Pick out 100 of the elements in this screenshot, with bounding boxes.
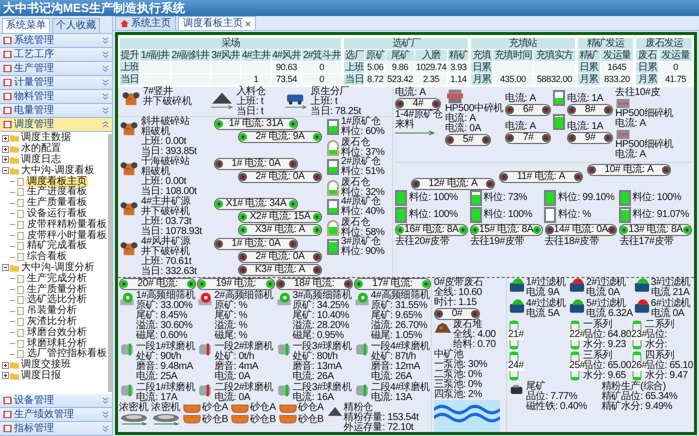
crusher-label: 当日: 332.63t: [141, 267, 198, 277]
expand-toggle[interactable]: [2, 167, 9, 174]
expand-toggle[interactable]: [2, 264, 9, 272]
menu-section[interactable]: 工艺工序: [0, 48, 112, 62]
tree-item[interactable]: 水的配置: [20, 144, 62, 154]
destination-label: 去往20#皮带: [395, 237, 451, 247]
section-title: 精粉仓: [344, 403, 373, 413]
tree-item[interactable]: 吊装量分析: [26, 306, 78, 316]
tree-item[interactable]: 选矿选比分析: [26, 295, 88, 306]
tree-item[interactable]: 生产完成分析: [26, 274, 88, 284]
expand-toggle[interactable]: [2, 372, 9, 380]
chevron-icon: [102, 65, 109, 72]
bin-level: 料位: 100%: [484, 210, 532, 220]
column-header: 精矿: [577, 50, 600, 62]
destination-label: 去往10#皮: [615, 88, 662, 98]
expand-toggle[interactable]: [2, 146, 9, 153]
close-icon[interactable]: [245, 20, 251, 26]
tree-item[interactable]: 生产质量看板: [26, 198, 88, 208]
menu-section[interactable]: 生产绩效管理: [0, 408, 112, 422]
reading-label: 时计: 1.15: [434, 298, 478, 308]
belt-label: 4#: [412, 99, 424, 109]
bin-icon: [329, 121, 337, 133]
crusher-label: HP500细碎机: [615, 109, 674, 119]
crusher-icon: [120, 200, 138, 216]
equipment-label: 当日: 78.25t: [310, 107, 361, 117]
wheel-icon: [446, 136, 454, 144]
sidebar-tab[interactable]: 个人收藏: [52, 18, 100, 33]
column-header: 废石: [636, 50, 659, 62]
page-tab[interactable]: 调度看板主页: [178, 16, 256, 30]
wheel-icon: [435, 310, 443, 318]
wheel-icon: [682, 226, 691, 234]
reading-label: 磁尾: %: [214, 331, 248, 341]
crusher-icon: [122, 90, 140, 106]
menu-section[interactable]: 调度管理: [0, 118, 112, 132]
row-header: 日累: [577, 62, 600, 74]
wheel-icon: [482, 136, 490, 144]
expand-toggle[interactable]: [2, 362, 9, 369]
tree-item[interactable]: 调度日报: [20, 370, 62, 381]
menu-section[interactable]: 物料管理: [0, 90, 112, 104]
menu-section[interactable]: 系统管理: [0, 34, 112, 48]
tree-item[interactable]: 皮带秤小时量看板: [26, 230, 108, 241]
tree-item[interactable]: 调度日志: [20, 154, 62, 165]
expand-toggle[interactable]: [2, 134, 9, 142]
sidebar-tab[interactable]: 系统菜单: [2, 18, 50, 33]
bin-icon: [472, 192, 480, 204]
page-tab[interactable]: 系统主页: [115, 16, 176, 30]
belt-label: 15# 电流: 8A: [478, 225, 534, 235]
tree-item[interactable]: 球磨台效分析: [26, 328, 88, 338]
silo-icon: [329, 142, 337, 154]
reading-label: 磨音: 12mA: [370, 362, 422, 372]
reading-label: 磁性铁: 0.40%: [526, 402, 587, 412]
tree-item[interactable]: 综合看板: [26, 252, 68, 262]
section-title: 尾矿: [526, 382, 546, 392]
bin-icon: [555, 92, 564, 104]
sand-bin-label: 砂仓B: [250, 415, 276, 425]
menu-section[interactable]: 生产管理: [0, 62, 112, 76]
wheel-icon: [289, 200, 297, 208]
belt-label: 5#: [462, 135, 474, 145]
menu-section[interactable]: 计量管理: [0, 76, 112, 90]
tree-item[interactable]: 生产进度看板: [26, 187, 88, 198]
row-header: 当日: [344, 74, 365, 86]
tree-item[interactable]: 选厂管控指标看板: [26, 349, 108, 360]
crusher-label: 斜井破碎站: [141, 117, 191, 127]
chevron-icon: [102, 93, 109, 100]
tree-item[interactable]: 球磨球耗分析: [26, 338, 88, 349]
tree-item[interactable]: 灰渣比分析: [26, 316, 78, 327]
tree-item[interactable]: 调度主数据: [20, 133, 72, 144]
tree-item[interactable]: 大中沟-调度看板: [20, 166, 96, 176]
reading-label: 尾矿: 9.65%: [370, 311, 423, 321]
crusher-label: 上班: 0.00t: [141, 177, 188, 187]
tree-item[interactable]: 调度看板主页: [26, 176, 88, 187]
reading-label: 水分: 9.23: [583, 340, 627, 350]
reading-label: 电流: 17A: [136, 393, 178, 403]
tree-item[interactable]: 调度交接班: [20, 360, 72, 370]
chevron-icon: [102, 425, 109, 432]
row-header: 月累: [636, 74, 659, 86]
current-label: 电流 6.32A: [586, 309, 633, 319]
reading-label: 溢流: %: [214, 321, 248, 331]
tree-item[interactable]: 设备运行看板: [26, 208, 88, 219]
sand-bin-drawing: [278, 403, 297, 425]
menu-section[interactable]: 设备管理: [0, 394, 112, 408]
reading-label: 处矿: 80t/h: [292, 352, 339, 362]
expand-toggle[interactable]: [2, 156, 9, 164]
menu-section[interactable]: 电量管理: [0, 104, 112, 118]
bin-name: 1#原矿仓: [341, 117, 382, 127]
belt-label: 2# 电流: 0A: [256, 252, 304, 262]
wheel-icon: [604, 134, 612, 142]
belt-label: 18# 电流:: [294, 279, 334, 289]
equipment-label: 7#竖井: [143, 87, 173, 97]
menu-section[interactable]: 指标管理: [0, 422, 112, 436]
tree-item[interactable]: 大中沟-调度分析: [20, 262, 96, 273]
tree-item[interactable]: 皮带秤精粉量看板: [26, 220, 108, 230]
equipment-name: 二段2#球磨机: [214, 383, 274, 393]
wheel-icon: [239, 133, 247, 141]
table-title: 采场: [120, 38, 342, 50]
tree-item[interactable]: 精矿完成看板: [26, 241, 88, 252]
crusher-icon: [615, 98, 632, 109]
bin-icon: [620, 192, 628, 204]
tree-item[interactable]: 生产质量分析: [26, 284, 88, 295]
crusher-label: 4#主井矿源: [141, 197, 192, 207]
